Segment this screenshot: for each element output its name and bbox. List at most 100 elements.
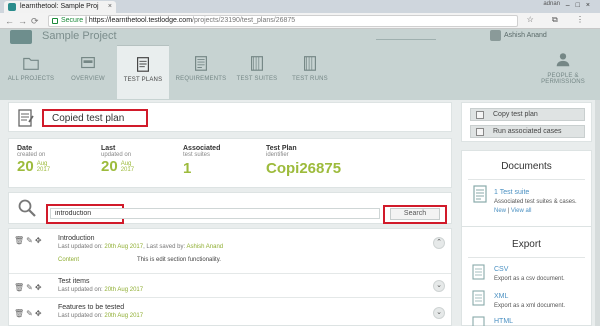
nav-label: TEST RUNS [292, 76, 328, 82]
chevron-down-icon[interactable]: ⌄ [433, 307, 445, 319]
search-button[interactable]: Search [390, 208, 440, 220]
new-link[interactable]: New [494, 208, 506, 214]
created-day: 20 [17, 158, 34, 175]
divider [468, 179, 585, 180]
section-item: 🗑✎✥ Introduction Last updated on: 20th A… [9, 229, 451, 274]
actions-card: Copy test plan Run associated cases [461, 102, 592, 142]
tab-close-icon[interactable]: × [108, 1, 112, 13]
header-user-name[interactable]: Ashish Anand [504, 32, 547, 39]
section-meta: Last updated on: 20th Aug 2017 [58, 313, 144, 319]
copy-icon [476, 111, 484, 119]
tab-title: learnthetool: Sample Proj [20, 3, 99, 10]
nav-people-permissions[interactable]: PEOPLE & PERMISSIONS [533, 45, 593, 99]
edit-icon[interactable]: ✎ [26, 236, 35, 245]
section-controls: 🗑✎✥ [14, 283, 44, 292]
documents-description: Associated test suites & cases. [494, 199, 577, 205]
nav-all-projects[interactable]: ALL PROJECTS [4, 45, 58, 99]
folder-icon [23, 57, 39, 70]
lock-icon [52, 18, 58, 24]
section-controls: 🗑✎✥ [14, 236, 44, 245]
export-csv-desc: Export as a csv document. [494, 276, 565, 282]
copy-test-plan-button[interactable]: Copy test plan [470, 108, 585, 121]
url-host: https://learnthetool.testlodge.com [88, 17, 193, 24]
move-icon[interactable]: ✥ [35, 309, 44, 318]
stat-identifier: Test Plan identifier Copi26875 [266, 145, 342, 177]
trash-icon[interactable]: 🗑 [14, 283, 26, 292]
section-content-label: Content [58, 257, 80, 263]
created-year: 2017 [36, 167, 51, 173]
stat-date-created: Date created on 20 Aug 2017 [17, 145, 51, 175]
plan-title[interactable]: Copied test plan [52, 113, 124, 124]
avatar[interactable] [490, 30, 501, 41]
nav-requirements[interactable]: REQUIREMENTS [174, 45, 228, 99]
reload-icon[interactable]: ⟳ [31, 15, 39, 27]
browser-tab-bar: learnthetool: Sample Proj × adnan –□× [0, 0, 600, 13]
edit-icon[interactable]: ✎ [26, 309, 35, 318]
move-icon[interactable]: ✥ [35, 283, 44, 292]
nav-label: ALL PROJECTS [7, 76, 55, 82]
trash-icon[interactable]: 🗑 [14, 236, 26, 245]
url-path: /projects/23190/test_plans/26875 [192, 17, 296, 24]
chevron-down-icon[interactable]: ⌄ [433, 280, 445, 292]
nav-label: TEST SUITES [236, 76, 278, 82]
export-html-link[interactable]: HTML [494, 318, 513, 325]
nav-test-suites[interactable]: TEST SUITES [232, 45, 282, 99]
document-icon [473, 185, 487, 203]
section-title[interactable]: Introduction [58, 235, 95, 242]
browser-tab[interactable]: learnthetool: Sample Proj × [4, 1, 116, 13]
overview-icon [81, 57, 95, 69]
people-icon [556, 53, 570, 67]
header-search-input[interactable] [376, 32, 436, 40]
browser-profile-label[interactable]: adnan [543, 1, 560, 7]
section-title[interactable]: Test items [58, 278, 90, 285]
test-suite-link[interactable]: 1 Test suite [494, 189, 529, 196]
test-plan-icon [18, 109, 34, 127]
trash-icon[interactable]: 🗑 [14, 309, 26, 318]
updated-day: 20 [101, 158, 118, 175]
page-scrollbar[interactable] [595, 100, 600, 326]
favicon-icon [8, 3, 16, 11]
associated-count: 1 [183, 160, 192, 177]
section-controls: 🗑✎✥ [14, 309, 44, 318]
window-controls[interactable]: –□× [566, 0, 596, 12]
main-content: Copied test plan Date created on 20 Aug 2… [0, 100, 600, 326]
html-file-icon [472, 316, 485, 326]
plan-stats-card: Date created on 20 Aug 2017 Last updated … [8, 138, 452, 188]
requirements-icon [195, 56, 207, 71]
nav-overview[interactable]: OVERVIEW [62, 45, 114, 99]
section-meta: Last updated on: 20th Aug 2017 [58, 287, 144, 293]
project-title[interactable]: Sample Project [42, 30, 117, 42]
export-xml-desc: Export as a xml document. [494, 303, 566, 309]
nav-test-runs[interactable]: TEST RUNS [285, 45, 335, 99]
view-all-link[interactable]: View all [511, 208, 532, 214]
divider [468, 257, 585, 258]
nav-label-line2: PERMISSIONS [541, 79, 585, 85]
chevron-up-icon[interactable]: ⌃ [433, 237, 445, 249]
nav-label: REQUIREMENTS [175, 76, 227, 82]
section-item: 🗑✎✥ Features to be tested Last updated o… [9, 298, 451, 326]
browser-toolbar-icons[interactable]: ☆ ⧉ ⋮ [527, 15, 592, 25]
test-runs-icon [304, 56, 316, 71]
address-bar-row: ← → ⟳ Secure | https://learnthetool.test… [0, 13, 600, 29]
export-csv-link[interactable]: CSV [494, 266, 508, 273]
nav-test-plans[interactable]: TEST PLANS [117, 45, 169, 99]
sections-list: 🗑✎✥ Introduction Last updated on: 20th A… [8, 228, 452, 326]
export-card: Export CSV Export as a csv document. XML… [461, 226, 592, 326]
updated-year: 2017 [120, 167, 135, 173]
section-item: 🗑✎✥ Test items Last updated on: 20th Aug… [9, 274, 451, 298]
plan-identifier: Copi26875 [266, 160, 342, 177]
back-arrow-icon[interactable]: ← [5, 15, 14, 27]
app-header: Sample Project Ashish Anand ALL PROJECTS… [0, 29, 600, 100]
plan-title-card: Copied test plan [8, 102, 452, 132]
forward-arrow-icon[interactable]: → [18, 15, 27, 27]
export-xml-link[interactable]: XML [494, 293, 508, 300]
run-associated-cases-button[interactable]: Run associated cases [470, 125, 585, 138]
search-input[interactable] [50, 208, 380, 219]
stat-last-updated: Last updated on 20 Aug 2017 [101, 145, 135, 175]
move-icon[interactable]: ✥ [35, 236, 44, 245]
url-field[interactable]: Secure | https://learnthetool.testlodge.… [48, 15, 518, 27]
section-title[interactable]: Features to be tested [58, 304, 124, 311]
csv-file-icon [472, 264, 485, 280]
edit-icon[interactable]: ✎ [26, 283, 35, 292]
section-content-text: This is edit section functionality. [137, 257, 221, 263]
